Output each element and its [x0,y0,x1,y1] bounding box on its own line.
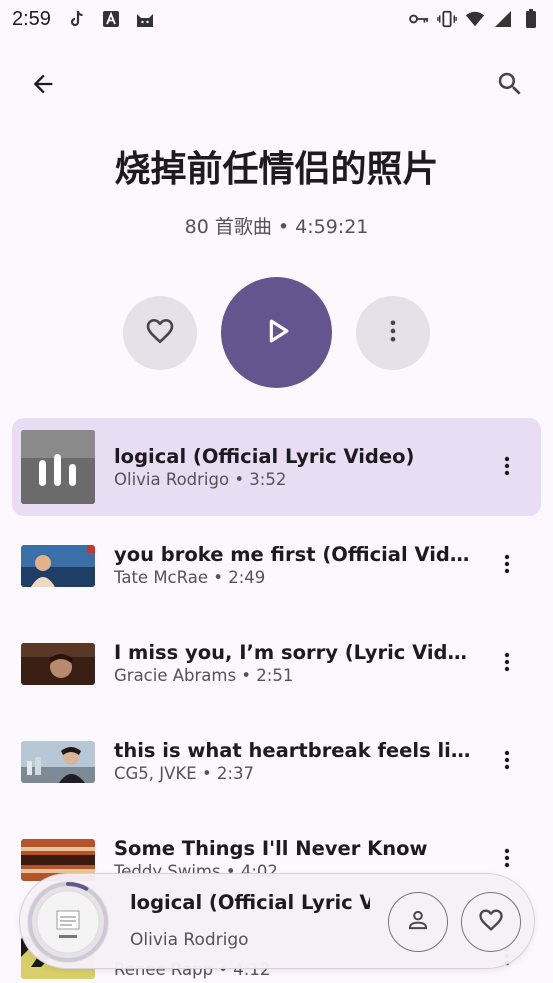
signal-icon [493,9,513,29]
song-title: I miss you, I’m sorry (Lyric Video) [114,641,474,664]
heart-outline-icon [477,906,505,938]
mini-player-artist: Olivia Rodrigo [130,930,249,950]
mini-player-title: logical (Official Lyric V [130,891,370,914]
more-options-button[interactable] [356,296,430,370]
now-playing-bars-icon [21,430,95,504]
status-bar: 2:59 [0,0,553,38]
song-title: logical (Official Lyric Video) [114,445,415,468]
song-subtitle: Olivia Rodrigo • 3:52 [114,470,287,489]
like-song-button[interactable] [461,892,521,952]
wifi-icon [465,9,485,29]
song-title: Some Things I'll Never Know [114,837,428,860]
song-more-button[interactable] [487,644,527,684]
app-a-icon [101,9,121,29]
playlist-subtitle: 80 首歌曲 • 4:59:21 [184,216,369,238]
arrow-back-icon [29,70,57,102]
search-icon [495,69,525,103]
song-title: you broke me first (Official Video) [114,543,474,566]
song-subtitle: CG5, JVKE • 2:37 [114,764,254,783]
person-icon [405,907,431,937]
song-row-playing[interactable]: logical (Official Lyric Video) Olivia Ro… [12,418,541,516]
playlist-title: 烧掉前任情侣的照片 [114,149,439,190]
mini-player[interactable]: logical (Official Lyric V Olivia Rodrigo [19,873,535,969]
song-more-button[interactable] [487,448,527,488]
artist-account-button[interactable] [388,892,448,952]
cat-icon [135,9,155,29]
more-vert-icon [495,650,519,678]
play-playlist-button[interactable] [221,277,332,388]
mini-player-album-art [27,881,109,963]
song-thumbnail [21,430,95,504]
progress-ring [28,882,108,962]
more-vert-icon [495,454,519,482]
song-title: this is what heartbreak feels lik… [114,739,474,762]
battery-icon [521,9,541,29]
song-row[interactable]: I miss you, I’m sorry (Lyric Video) Grac… [12,614,541,712]
song-row[interactable]: you broke me first (Official Video) Tate… [12,516,541,614]
playlist-actions [0,277,553,388]
play-icon [260,314,294,352]
song-thumbnail [21,741,95,783]
more-vert-icon [495,552,519,580]
like-playlist-button[interactable] [123,296,197,370]
song-subtitle: Gracie Abrams • 2:51 [114,666,294,685]
key-icon [409,9,429,29]
heart-outline-icon [144,315,176,351]
more-vert-icon [495,748,519,776]
more-vert-icon [379,317,407,349]
top-app-bar [0,60,553,112]
back-button[interactable] [19,62,67,110]
more-vert-icon [495,846,519,874]
song-subtitle: Tate McRae • 2:49 [114,568,266,587]
vibrate-icon [437,9,457,29]
song-thumbnail [21,643,95,685]
tiktok-icon [67,9,87,29]
search-button[interactable] [486,62,534,110]
status-time: 2:59 [12,7,51,30]
song-more-button[interactable] [487,546,527,586]
song-thumbnail [21,545,95,587]
song-row[interactable]: this is what heartbreak feels lik… CG5, … [12,712,541,810]
song-more-button[interactable] [487,742,527,782]
